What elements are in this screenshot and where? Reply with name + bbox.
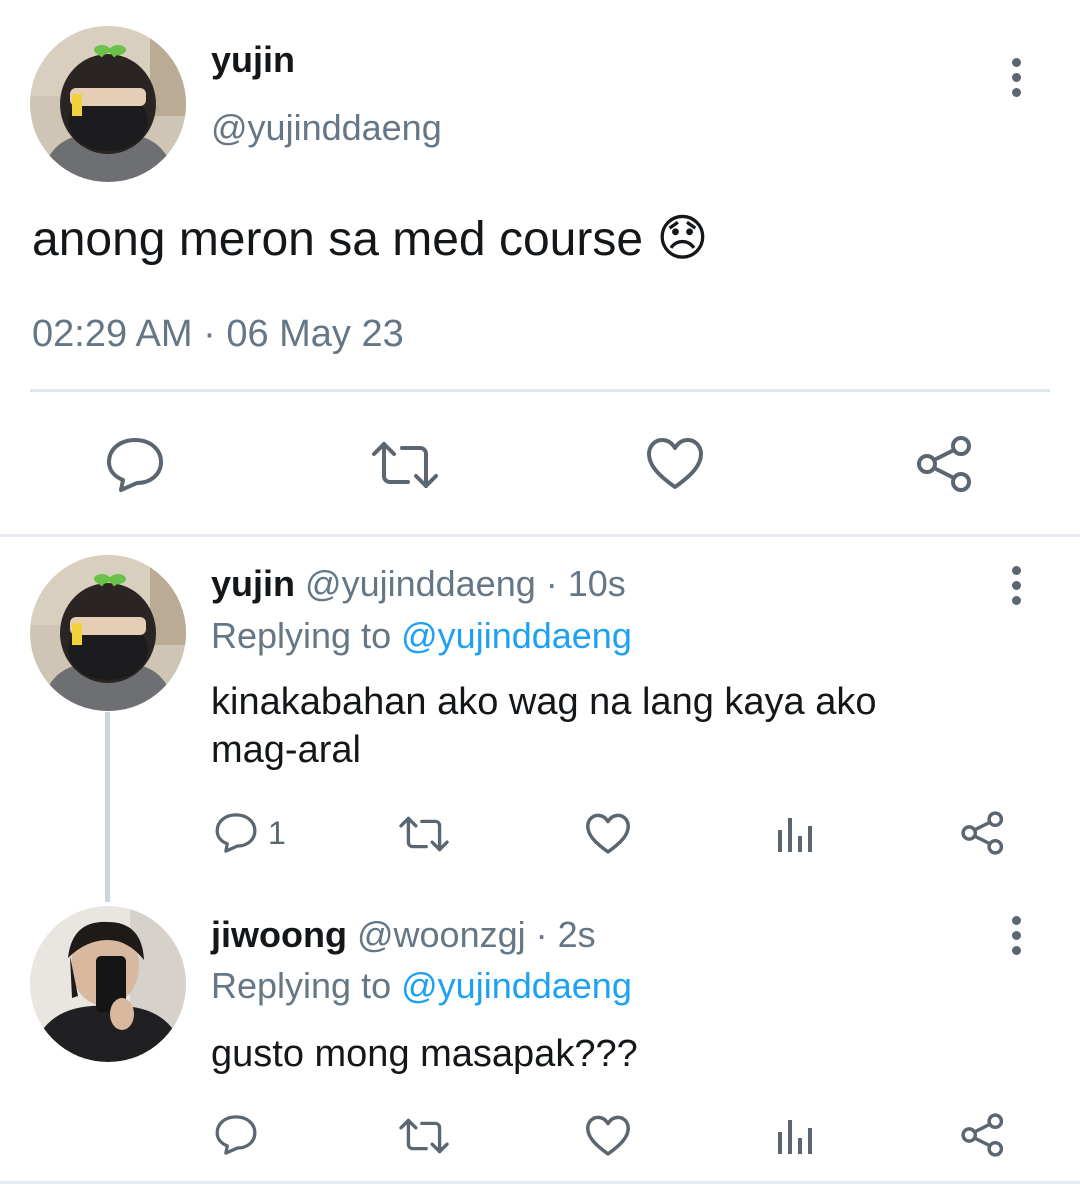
reply-text: gusto mong masapak??? (211, 1030, 638, 1078)
tweet-timestamp: 02:29 AM · 06 May 23 (32, 313, 404, 355)
like-icon[interactable] (646, 437, 704, 491)
reply-text: kinakabahan ako wag na lang kaya ako mag… (211, 678, 876, 774)
share-icon[interactable] (960, 1112, 1006, 1158)
avatar[interactable] (30, 26, 186, 182)
reply-icon[interactable] (214, 1114, 258, 1156)
more-options-icon[interactable] (1012, 566, 1026, 611)
reply-display-name[interactable]: yujin (211, 563, 295, 604)
analytics-icon[interactable] (776, 816, 816, 852)
analytics-icon[interactable] (776, 1118, 816, 1154)
thread-line (105, 712, 110, 902)
reply-display-name[interactable]: jiwoong (211, 914, 347, 955)
reply-icon[interactable] (105, 436, 165, 494)
like-icon[interactable] (585, 1115, 631, 1157)
replying-to-label: Replying to (211, 615, 392, 656)
replying-to-link[interactable]: @yujinddaeng (401, 965, 632, 1006)
divider (30, 389, 1050, 392)
bottom-divider (0, 1181, 1080, 1184)
reply-handle[interactable]: @yujinddaeng (305, 563, 536, 604)
replying-to-line: Replying to @yujinddaeng (211, 614, 632, 658)
reply-text-line: mag-aral (211, 729, 361, 771)
reply-avatar[interactable] (30, 555, 186, 711)
tweet-text: anong meron sa med course 😞 (32, 210, 708, 268)
handle[interactable]: @yujinddaeng (211, 106, 442, 150)
share-icon[interactable] (915, 434, 975, 494)
display-name[interactable]: yujin (211, 38, 295, 82)
reply-handle[interactable]: @woonzgj (357, 914, 526, 955)
reply-header: yujin @yujinddaeng · 10s (211, 562, 626, 606)
section-divider (0, 534, 1080, 537)
like-icon[interactable] (585, 813, 631, 855)
reply-text-line: kinakabahan ako wag na lang kaya ako (211, 681, 877, 723)
retweet-icon[interactable] (398, 815, 450, 853)
reply-time: · 2s (535, 914, 596, 955)
replying-to-label: Replying to (211, 965, 392, 1006)
reply-header: jiwoong @woonzgj · 2s (211, 913, 596, 957)
tweet-text-body: anong meron sa med course (32, 213, 644, 266)
reply-icon[interactable] (214, 812, 258, 854)
share-icon[interactable] (960, 810, 1006, 856)
reply-avatar[interactable] (30, 906, 186, 1062)
reply-text-line: gusto mong masapak??? (211, 1033, 638, 1075)
retweet-icon[interactable] (370, 440, 440, 490)
retweet-icon[interactable] (398, 1117, 450, 1155)
reply-time: · 10s (545, 563, 626, 604)
replying-to-line: Replying to @yujinddaeng (211, 964, 632, 1008)
disappointed-face-emoji: 😞 (656, 210, 709, 266)
more-options-icon[interactable] (1012, 58, 1026, 103)
replying-to-link[interactable]: @yujinddaeng (401, 615, 632, 656)
reply-count: 1 (268, 815, 286, 851)
more-options-icon[interactable] (1012, 916, 1026, 961)
